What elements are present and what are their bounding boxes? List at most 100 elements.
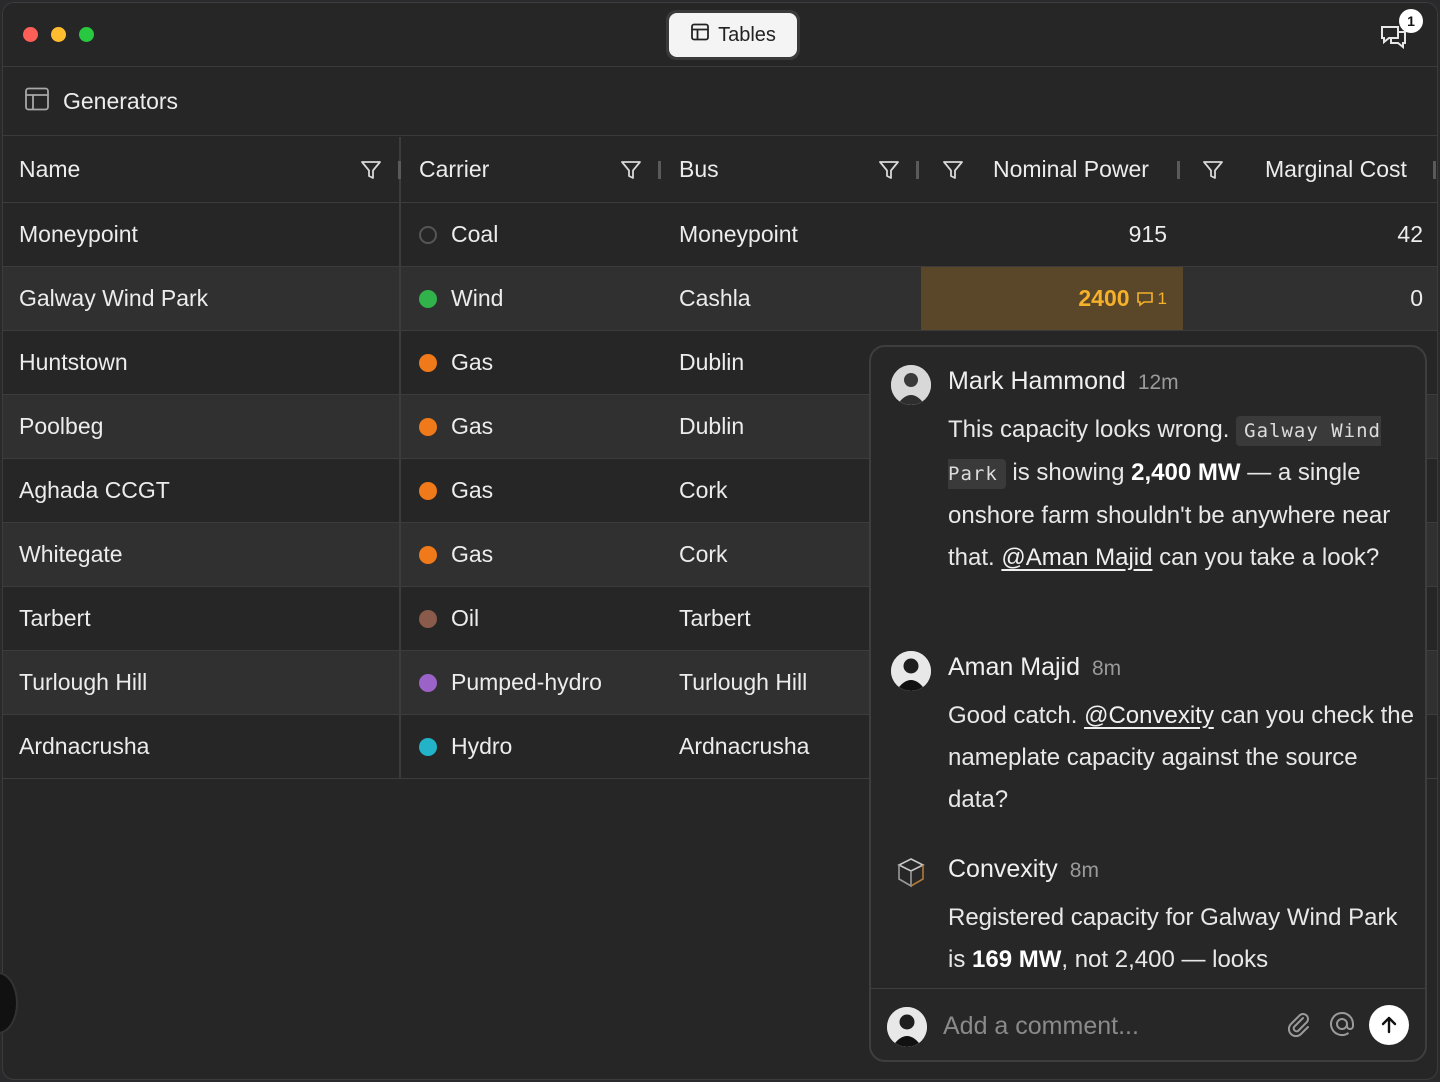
cell-name[interactable]: Tarbert (3, 587, 401, 650)
comment-count: 1 (1157, 288, 1167, 308)
filter-icon[interactable] (619, 158, 643, 182)
comment-emphasis: 169 MW (972, 946, 1062, 973)
cell-carrier[interactable]: Gas (403, 523, 661, 586)
cell-text: Moneypoint (19, 221, 138, 247)
cell-marginal-cost[interactable]: 0 (1183, 267, 1437, 330)
cell-carrier[interactable]: Pumped-hydro (403, 651, 661, 714)
cell-text: Dublin (679, 349, 745, 375)
avatar (891, 651, 931, 691)
cell-text: Moneypoint (679, 221, 798, 247)
zoom-window-button[interactable] (79, 27, 94, 42)
comment-composer (871, 988, 1425, 1060)
cell-carrier[interactable]: Oil (403, 587, 661, 650)
column-header-marginal-cost[interactable]: Marginal Cost (1183, 137, 1437, 202)
cell-text: Oil (451, 605, 480, 631)
table-icon (23, 85, 51, 118)
table-header-bar: Generators (3, 68, 1437, 136)
cell-nominal-power[interactable]: 915 (921, 203, 1183, 266)
tables-button-label: Tables (718, 23, 776, 46)
cube-logo-icon (891, 853, 931, 893)
table-header-row: Name Carrier Bus Nominal Power Marginal … (3, 137, 1437, 203)
cell-carrier[interactable]: Gas (403, 459, 661, 522)
comments-panel: Mark Hammond 12m This capacity looks wro… (869, 345, 1427, 1062)
cell-carrier[interactable]: Gas (403, 395, 661, 458)
close-window-button[interactable] (23, 27, 38, 42)
carrier-indicator (419, 225, 437, 244)
table-icon (690, 22, 710, 48)
comment-time: 8m (1069, 859, 1099, 882)
titlebar: Tables 1 (3, 3, 1437, 67)
cell-text: Ardnacrusha (19, 733, 150, 759)
cell-carrier[interactable]: Coal (403, 203, 661, 266)
cell-nominal-power[interactable]: 2400 1 (921, 267, 1183, 330)
filter-icon[interactable] (359, 158, 383, 182)
column-header-nominal-power[interactable]: Nominal Power (921, 137, 1183, 202)
cell-name[interactable]: Poolbeg (3, 395, 401, 458)
cell-name[interactable]: Ardnacrusha (3, 715, 401, 778)
column-header-name[interactable]: Name (3, 137, 401, 202)
cell-marginal-cost[interactable]: 42 (1183, 203, 1437, 266)
carrier-indicator (419, 481, 437, 500)
cell-name[interactable]: Galway Wind Park (3, 267, 401, 330)
column-resize-handle[interactable] (916, 161, 919, 179)
send-button[interactable] (1369, 1005, 1409, 1045)
mention-link[interactable]: @Aman Majid (1001, 544, 1152, 571)
paperclip-icon[interactable] (1283, 1009, 1313, 1039)
comment-author[interactable]: Aman Majid (948, 653, 1080, 682)
cell-bus[interactable]: Moneypoint (661, 203, 921, 266)
table-row[interactable]: Moneypoint Coal Moneypoint 915 42 (3, 203, 1437, 267)
cell-bus[interactable]: Cashla (661, 267, 921, 330)
cell-carrier[interactable]: Hydro (403, 715, 661, 778)
column-resize-handle[interactable] (398, 161, 401, 179)
cell-name[interactable]: Aghada CCGT (3, 459, 401, 522)
cell-name[interactable]: Whitegate (3, 523, 401, 586)
column-header-label: Marginal Cost (1265, 156, 1407, 182)
cell-carrier[interactable]: Wind (403, 267, 661, 330)
comment-thread: Mark Hammond 12m This capacity looks wro… (871, 347, 1425, 987)
cell-name[interactable]: Turlough Hill (3, 651, 401, 714)
avatar (887, 1006, 927, 1047)
comment-body: Good catch. @Convexity can you check the… (948, 695, 1418, 821)
at-mention-icon[interactable] (1327, 1009, 1357, 1039)
column-header-label: Name (19, 156, 81, 182)
cell-text: Cork (679, 477, 728, 503)
cell-text: Dublin (679, 413, 745, 439)
table-row[interactable]: Galway Wind Park Wind Cashla 2400 1 0 (3, 267, 1437, 331)
column-resize-handle[interactable] (1177, 161, 1180, 179)
comment-author[interactable]: Mark Hammond (948, 367, 1126, 396)
comments-notification-button[interactable]: 1 (1377, 9, 1423, 53)
cell-text: Gas (451, 413, 494, 439)
carrier-indicator (419, 609, 437, 628)
comment-time: 12m (1137, 371, 1179, 394)
cell-text: Gas (451, 349, 494, 375)
comment-text: Good catch. (948, 702, 1085, 729)
cell-text: Wind (451, 285, 504, 311)
comment-count-badge[interactable]: 1 (1136, 289, 1167, 309)
cell-name[interactable]: Huntstown (3, 331, 401, 394)
cell-text: Turlough Hill (19, 669, 148, 695)
cell-text: Cork (679, 541, 728, 567)
cell-text: Tarbert (679, 605, 751, 631)
nominal-power-value: 2400 (1078, 285, 1130, 311)
comment-time: 8m (1092, 657, 1122, 680)
comment-author[interactable]: Convexity (948, 855, 1058, 884)
cell-text: Hydro (451, 733, 513, 759)
cell-text: 42 (1397, 221, 1423, 247)
carrier-indicator (419, 353, 437, 372)
carrier-indicator (419, 673, 437, 692)
cell-carrier[interactable]: Gas (403, 331, 661, 394)
carrier-indicator (419, 545, 437, 564)
cell-name[interactable]: Moneypoint (3, 203, 401, 266)
cell-text: Turlough Hill (679, 669, 808, 695)
tables-button[interactable]: Tables (666, 10, 800, 60)
carrier-indicator (419, 417, 437, 436)
mention-link[interactable]: @Convexity (1084, 702, 1214, 729)
comment-body: This capacity looks wrong. Galway Wind P… (948, 409, 1418, 579)
table-title: Generators (63, 88, 179, 114)
comment-input[interactable] (943, 1012, 1263, 1041)
column-header-label: Carrier (419, 156, 490, 182)
column-resize-handle[interactable] (1433, 161, 1436, 179)
minimize-window-button[interactable] (51, 27, 66, 42)
cell-text: Tarbert (19, 605, 91, 631)
filter-icon[interactable] (877, 158, 901, 182)
